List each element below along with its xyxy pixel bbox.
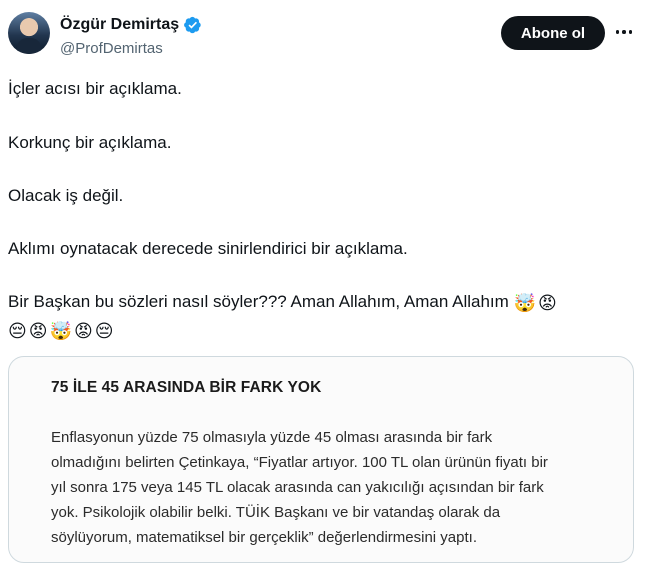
tweet-paragraph: Olacak iş değil. [8,186,124,205]
author-handle[interactable]: @ProfDemirtas [60,40,163,57]
more-horizontal-icon[interactable] [612,20,636,44]
follow-button[interactable]: Abone ol [501,16,605,50]
exploding-head-emoji-icon: 🤯 [513,293,536,313]
tweet-header: Özgür Demirtaş @ProfDemirtas Abone ol [0,0,650,72]
attached-image-card[interactable]: 75 İLE 45 ARASINDA BİR FARK YOK Enflasyo… [8,356,634,563]
angry-face-emoji-icon: 😡 [28,321,48,341]
exploding-head-emoji-icon: 🤯 [49,321,72,341]
card-text-line: yıl sonra 175 veya 145 TL olacak arasınd… [51,479,544,496]
tweet-last-text: Bir Başkan bu sözleri nasıl söyler??? Am… [8,292,509,311]
author-name-row: Özgür Demirtaş [60,14,202,36]
pensive-face-emoji-icon: 😔 [8,321,27,341]
card-text-line: söylüyorum, matematiksel bir gerçeklik” … [51,529,477,546]
tweet-paragraph: Aklımı oynatacak derecede sinirlendirici… [8,239,408,258]
tweet-paragraph-last: Bir Başkan bu sözleri nasıl söyler??? Am… [8,290,559,314]
card-text: Enflasyonun yüzde 75 olmasıyla yüzde 45 … [51,425,621,550]
angry-face-emoji-icon: 😡 [73,321,93,341]
pensive-face-emoji-icon: 😔 [94,321,114,341]
angry-face-emoji-icon: 😡 [537,293,557,313]
card-text-line: olmadığını belirten Çetinkaya, “Fiyatlar… [51,454,548,471]
verified-badge-icon [184,16,201,34]
author-name[interactable]: Özgür Demirtaş [60,16,179,34]
tweet-paragraph: İçler acısı bir açıklama. [8,79,182,98]
tweet-paragraph: Korkunç bir açıklama. [8,133,172,152]
card-text-line: yok. Psikolojik olabilir belki. TÜİK Baş… [51,504,501,521]
avatar[interactable] [8,12,50,54]
card-title: 75 İLE 45 ARASINDA BİR FARK YOK [51,379,322,396]
card-text-line: Enflasyonun yüzde 75 olmasıyla yüzde 45 … [51,429,493,446]
tweet-emoji-line: 😔 😡 🤯 😡 😔 [8,318,115,342]
